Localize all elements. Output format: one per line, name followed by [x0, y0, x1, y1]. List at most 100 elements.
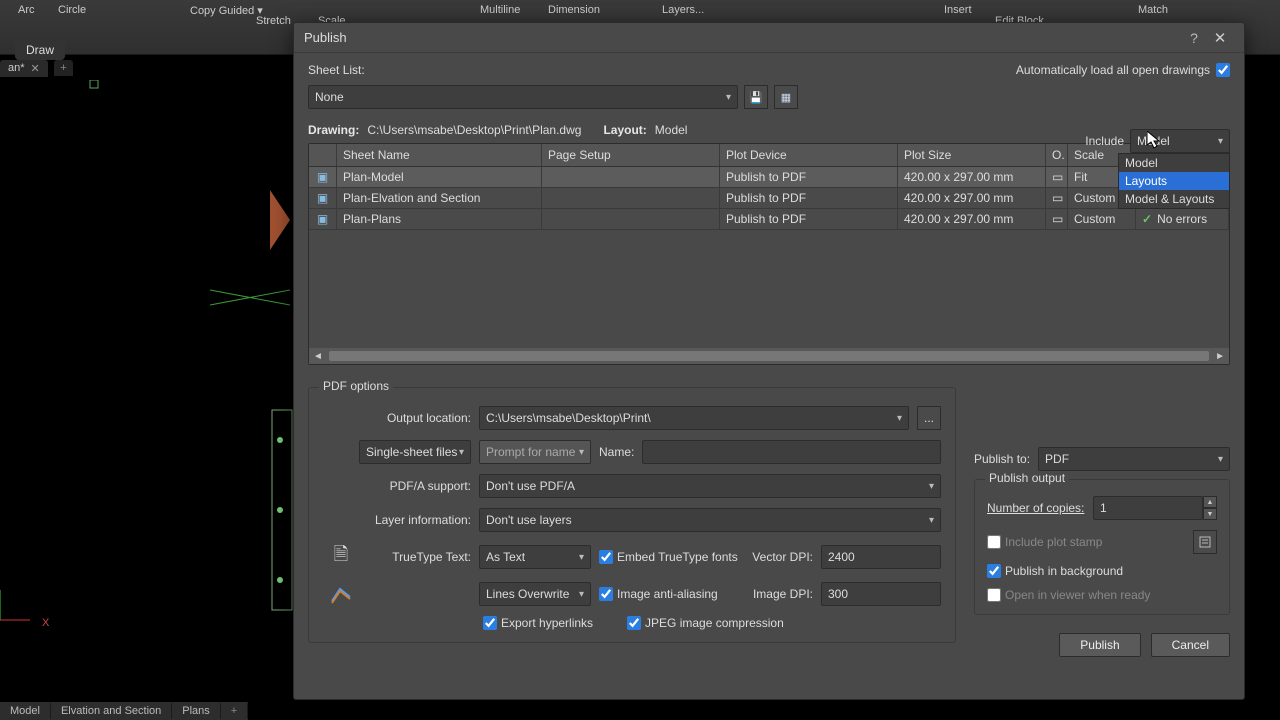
layout-tab-model[interactable]: Model — [0, 703, 51, 719]
help-button[interactable]: ? — [1182, 30, 1206, 46]
ribbon-layers[interactable]: Layers... — [662, 4, 704, 16]
publish-output-legend: Publish output — [985, 471, 1069, 485]
copies-label: Number of copies: — [987, 501, 1084, 515]
publish-button[interactable]: Publish — [1059, 633, 1140, 657]
sheet-list-select[interactable]: None — [308, 85, 738, 109]
vector-dpi-label: Vector DPI: — [752, 550, 813, 564]
export-hyperlinks-check[interactable]: Export hyperlinks — [483, 616, 593, 630]
cell-status: No errors — [1136, 209, 1229, 229]
publish-bg-check[interactable]: Publish in background — [987, 564, 1123, 578]
include-option-layouts[interactable]: Layouts — [1119, 172, 1229, 190]
titlebar: Publish ? ✕ — [294, 23, 1244, 53]
table-row[interactable]: ▣Plan-Elvation and SectionPublish to PDF… — [309, 188, 1229, 209]
layout-tabs: Model Elvation and Section Plans + — [0, 702, 248, 720]
auto-load-checkbox[interactable] — [1216, 63, 1230, 77]
col-orientation[interactable]: O. — [1046, 144, 1068, 166]
ribbon-stretch[interactable]: Stretch — [256, 15, 291, 27]
cell-page-setup — [542, 167, 720, 187]
copies-input[interactable] — [1093, 496, 1203, 520]
truetype-select[interactable]: As Text — [479, 545, 591, 569]
publish-to-select[interactable]: PDF — [1038, 447, 1230, 471]
col-sheet-name[interactable]: Sheet Name — [337, 144, 542, 166]
table-row[interactable]: ▣Plan-PlansPublish to PDF420.00 x 297.00… — [309, 209, 1229, 230]
plot-stamp-check[interactable]: Include plot stamp — [987, 535, 1102, 549]
include-select[interactable]: Model — [1130, 129, 1230, 153]
vector-dpi-input[interactable] — [821, 545, 941, 569]
layout-label: Layout: — [603, 123, 646, 137]
embed-fonts-check[interactable]: Embed TrueType fonts — [599, 550, 738, 564]
image-dpi-input[interactable] — [821, 582, 941, 606]
panel-label-draw: Draw — [15, 40, 65, 60]
output-location-select[interactable]: C:\Users\msabe\Desktop\Print\ — [479, 406, 909, 430]
drawing-label: Drawing: — [308, 123, 359, 137]
layer-info-label: Layer information: — [323, 513, 471, 527]
truetype-label: TrueType Text: — [367, 550, 471, 564]
ribbon-copy-guided[interactable]: Copy Guided ▾ — [190, 4, 263, 17]
antialias-check[interactable]: Image anti-aliasing — [599, 587, 718, 601]
sheet-icon: ▣ — [317, 212, 328, 226]
copies-down-button[interactable]: ▼ — [1203, 508, 1217, 520]
layout-tab-plans[interactable]: Plans — [172, 703, 221, 719]
pdfa-select[interactable]: Don't use PDF/A — [479, 474, 941, 498]
col-plot-device[interactable]: Plot Device — [720, 144, 898, 166]
publish-bg-label: Publish in background — [1005, 564, 1123, 578]
cell-sheet-name: Plan-Plans — [337, 209, 542, 229]
cell-plot-device: Publish to PDF — [720, 167, 898, 187]
scroll-thumb[interactable] — [329, 351, 1209, 361]
svg-text:X: X — [42, 617, 50, 629]
include-option-both[interactable]: Model & Layouts — [1119, 190, 1229, 208]
layer-info-select[interactable]: Don't use layers — [479, 508, 941, 532]
ribbon-dimension[interactable]: Dimension — [548, 4, 600, 16]
scroll-right-icon[interactable]: ► — [1215, 351, 1225, 362]
layout-tab-add[interactable]: + — [221, 703, 248, 719]
scroll-left-icon[interactable]: ◄ — [313, 351, 323, 362]
doc-tab-add[interactable]: + — [54, 60, 72, 76]
include-label: Include — [1085, 134, 1124, 148]
single-sheet-select[interactable]: Single-sheet files — [359, 440, 471, 464]
single-sheet-value: Single-sheet files — [366, 445, 457, 459]
cell-plot-size: 420.00 x 297.00 mm — [898, 188, 1046, 208]
open-viewer-label: Open in viewer when ready — [1005, 588, 1150, 602]
pdf-options-legend: PDF options — [319, 379, 393, 393]
lines-overwrite-select[interactable]: Lines Overwrite — [479, 582, 591, 606]
layout-value: Model — [655, 123, 688, 137]
copies-up-button[interactable]: ▲ — [1203, 496, 1217, 508]
sheet-options-button[interactable]: ▦ — [774, 85, 798, 109]
col-plot-size[interactable]: Plot Size — [898, 144, 1046, 166]
document-tabs: an*✕ + — [0, 58, 75, 80]
cell-orientation: ▭ — [1046, 188, 1068, 208]
grid-scrollbar[interactable]: ◄ ► — [309, 348, 1229, 364]
ribbon-arc[interactable]: Arc — [18, 4, 35, 16]
embed-fonts-label: Embed TrueType fonts — [617, 550, 738, 564]
browse-output-button[interactable]: ... — [917, 406, 941, 430]
cancel-button[interactable]: Cancel — [1151, 633, 1230, 657]
table-row[interactable]: ▣Plan-ModelPublish to PDF420.00 x 297.00… — [309, 167, 1229, 188]
sheets-icon: ▦ — [781, 91, 791, 104]
jpeg-compress-check[interactable]: JPEG image compression — [627, 616, 784, 630]
sheet-list-label: Sheet List: — [308, 63, 365, 77]
prompt-name-select[interactable]: Prompt for name — [479, 440, 591, 464]
ribbon-match[interactable]: Match — [1138, 4, 1168, 16]
lines-icon — [330, 583, 352, 605]
doc-tab-plan[interactable]: an*✕ — [0, 60, 48, 77]
include-option-model[interactable]: Model — [1119, 154, 1229, 172]
image-dpi-label: Image DPI: — [753, 587, 813, 601]
drawing-path: C:\Users\msabe\Desktop\Print\Plan.dwg — [367, 123, 581, 137]
output-location-label: Output location: — [323, 411, 471, 425]
col-page-setup[interactable]: Page Setup — [542, 144, 720, 166]
layout-tab-elevation[interactable]: Elvation and Section — [51, 703, 172, 719]
truetype-icon: 🗎 — [334, 542, 348, 572]
close-button[interactable]: ✕ — [1206, 29, 1234, 47]
ribbon-multiline[interactable]: Multiline — [480, 4, 520, 16]
save-sheet-list-button[interactable]: 💾 — [744, 85, 768, 109]
ribbon-insert[interactable]: Insert — [944, 4, 972, 16]
pdfa-value: Don't use PDF/A — [486, 479, 575, 493]
name-input[interactable] — [642, 440, 941, 464]
open-viewer-check[interactable]: Open in viewer when ready — [987, 588, 1150, 602]
ribbon-circle[interactable]: Circle — [58, 4, 86, 16]
dialog-title: Publish — [304, 30, 347, 45]
close-icon[interactable]: ✕ — [31, 62, 40, 75]
plot-stamp-settings-button[interactable] — [1193, 530, 1217, 554]
jpeg-compress-label: JPEG image compression — [645, 616, 784, 630]
cell-plot-size: 420.00 x 297.00 mm — [898, 167, 1046, 187]
